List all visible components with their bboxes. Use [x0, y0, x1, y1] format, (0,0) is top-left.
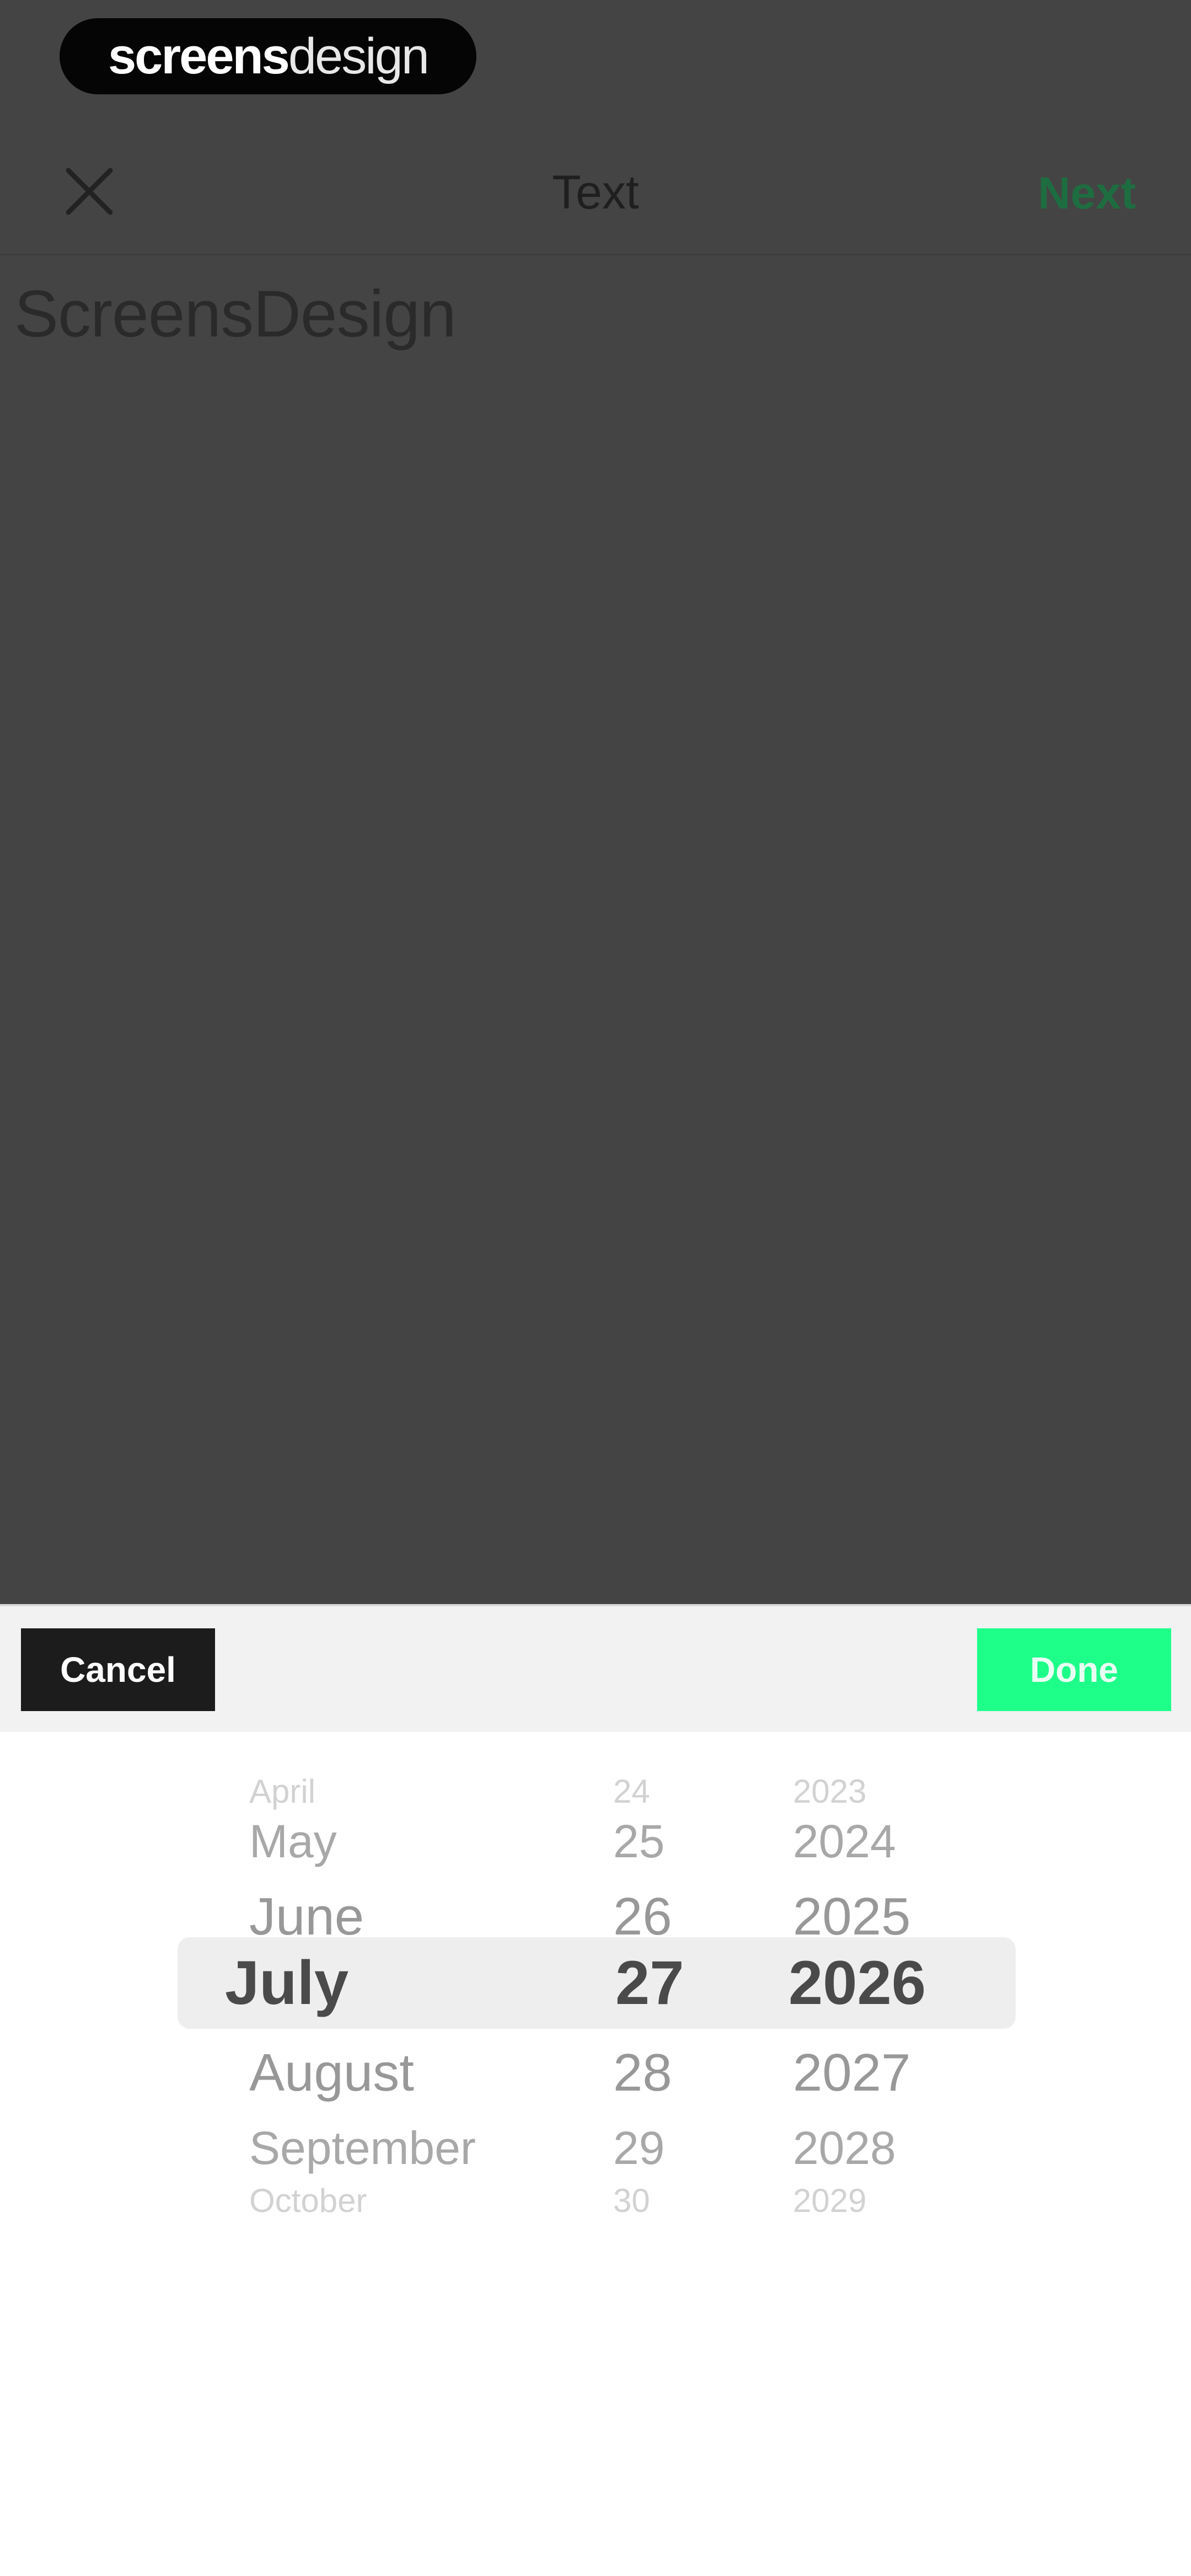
year-option[interactable]: 2025: [793, 1884, 911, 1950]
month-option[interactable]: May: [249, 1808, 337, 1874]
month-option[interactable]: October: [249, 2168, 367, 2234]
year-option[interactable]: 2029: [793, 2168, 866, 2234]
wheel-row-selected[interactable]: July 27 2026: [0, 1950, 1191, 2016]
wheel-row[interactable]: May 25 2024: [0, 1808, 1191, 1874]
selected-year[interactable]: 2026: [788, 1950, 926, 2016]
day-option[interactable]: 25: [613, 1808, 664, 1874]
wheel-row[interactable]: October 30 2029: [0, 2168, 1191, 2234]
wheel-row[interactable]: June 26 2025: [0, 1884, 1191, 1950]
selected-day[interactable]: 27: [615, 1950, 684, 2016]
month-option[interactable]: August: [249, 2040, 414, 2106]
done-button[interactable]: Done: [977, 1628, 1171, 1711]
year-option[interactable]: 2027: [793, 2040, 911, 2106]
date-picker-sheet: Cancel Done April 24 2023 May 25 2024 Ju…: [0, 1606, 1191, 2576]
month-option[interactable]: June: [249, 1884, 364, 1950]
selected-month[interactable]: July: [225, 1950, 348, 2016]
picker-toolbar: Cancel Done: [0, 1606, 1191, 1732]
wheel-row[interactable]: August 28 2027: [0, 2040, 1191, 2106]
day-option[interactable]: 28: [613, 2040, 672, 2106]
cancel-button[interactable]: Cancel: [21, 1628, 215, 1711]
brand-logo-light: design: [288, 28, 430, 84]
year-option[interactable]: 2024: [793, 1808, 896, 1874]
nav-bar: Text Next: [0, 127, 1191, 255]
day-option[interactable]: 26: [613, 1884, 672, 1950]
day-option[interactable]: 30: [613, 2168, 650, 2234]
next-button[interactable]: Next: [1038, 168, 1136, 220]
page-title: Text: [552, 166, 639, 219]
date-wheel[interactable]: April 24 2023 May 25 2024 June 26 2025 J…: [0, 1732, 1191, 2284]
brand-logo: screens design: [60, 18, 476, 94]
brand-logo-bold: screens: [108, 28, 290, 84]
text-content[interactable]: ScreensDesign: [14, 276, 457, 352]
